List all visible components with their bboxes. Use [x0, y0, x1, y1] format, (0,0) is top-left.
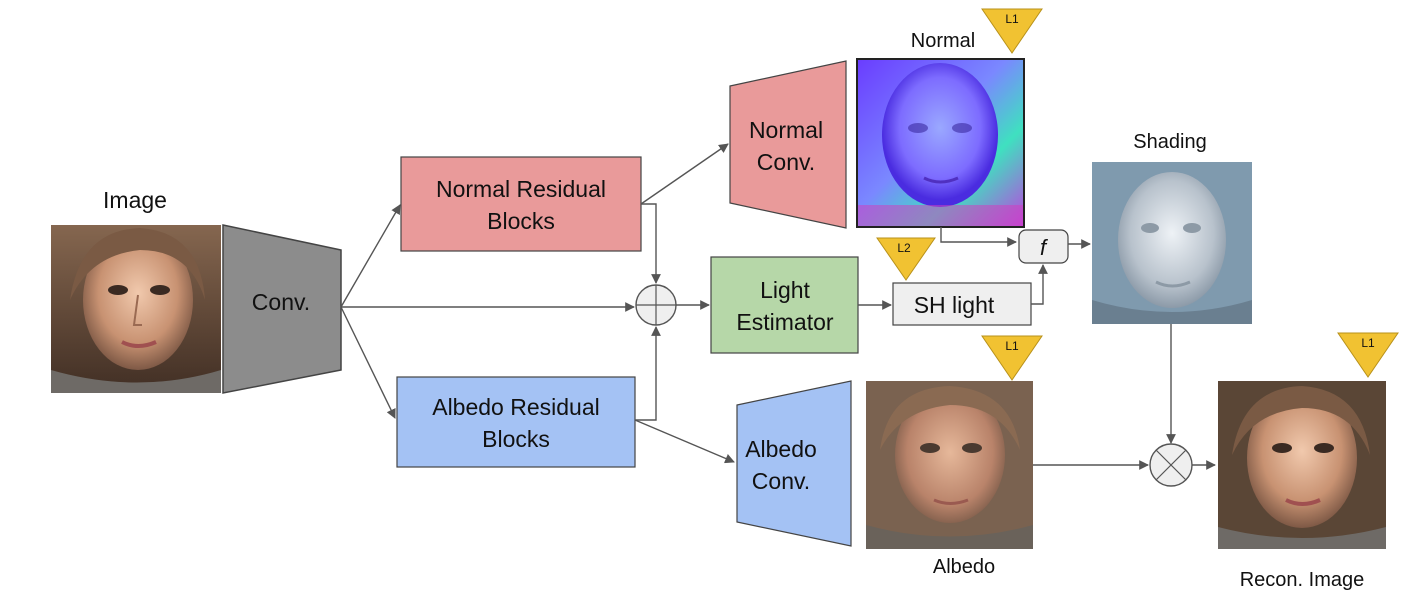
normal-map-image — [856, 58, 1025, 228]
normal-conv-block — [729, 60, 847, 229]
loss-badge-albedo-label: L1 — [1005, 339, 1019, 353]
arrow-albedo-res-to-albedo-conv — [634, 419, 735, 464]
light-estimator-label-line1: Light — [760, 277, 810, 303]
albedo-conv-label-line2: Conv. — [752, 468, 810, 494]
albedo-output-label: Albedo — [933, 556, 995, 578]
normal-residual-label-line1: Normal Residual — [436, 176, 606, 202]
arrow-normal-res-to-normal-conv — [640, 143, 729, 205]
shading-image — [1092, 162, 1252, 324]
albedo-residual-label-line2: Blocks — [482, 426, 550, 452]
arrow-normal-to-f — [940, 227, 1017, 247]
arrow-albedo-res-to-sum — [635, 326, 661, 421]
reconstructed-image — [1218, 381, 1386, 549]
loss-badge-light-label: L2 — [897, 241, 911, 255]
conv-encoder-label: Conv. — [252, 289, 310, 315]
albedo-map-image — [866, 381, 1033, 549]
multiply-node — [1149, 443, 1193, 487]
arrow-sh-to-f — [1031, 264, 1048, 305]
albedo-conv-label-line1: Albedo — [745, 436, 817, 462]
shading-output-label: Shading — [1133, 131, 1206, 153]
normal-conv-label-line1: Normal — [749, 117, 823, 143]
normal-output-label: Normal — [911, 30, 975, 52]
albedo-conv-block — [736, 380, 852, 547]
loss-badge-recon-label: L1 — [1361, 336, 1375, 350]
albedo-residual-blocks — [396, 376, 636, 468]
input-face-image — [51, 225, 221, 393]
normal-residual-label-line2: Blocks — [487, 208, 555, 234]
recon-output-label: Recon. Image — [1240, 569, 1365, 591]
input-image-label: Image — [103, 187, 167, 213]
arrow-normal-res-to-sum — [641, 203, 661, 284]
loss-badge-normal-label: L1 — [1005, 12, 1019, 26]
arrow-conv-to-albedo-res — [340, 306, 396, 419]
normal-conv-label-line2: Conv. — [757, 149, 815, 175]
light-estimator-block — [710, 256, 859, 354]
arrow-conv-to-normal-res — [340, 204, 401, 308]
sh-light-label: SH light — [914, 292, 995, 318]
sum-node — [635, 284, 677, 326]
light-estimator-label-line2: Estimator — [736, 309, 833, 335]
albedo-residual-label-line1: Albedo Residual — [432, 394, 600, 420]
network-diagram: Image Conv. Normal Residual Blocks Albed… — [51, 8, 1399, 591]
normal-residual-blocks — [400, 156, 642, 252]
